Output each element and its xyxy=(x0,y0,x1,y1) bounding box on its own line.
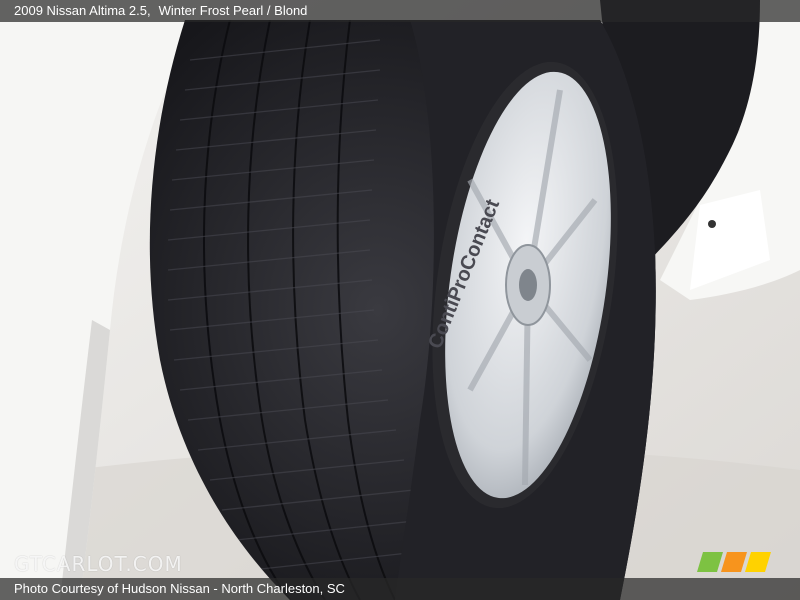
photo-credit: Photo Courtesy of Hudson Nissan - North … xyxy=(14,581,345,596)
credit-bar: Photo Courtesy of Hudson Nissan - North … xyxy=(0,578,800,600)
site-logo-icon xyxy=(697,552,771,572)
vehicle-color: Winter Frost Pearl / Blond xyxy=(158,3,308,18)
vehicle-title: 2009 Nissan Altima 2.5, xyxy=(14,3,151,18)
site-watermark: GTCARLOT.COM xyxy=(14,552,183,576)
title-bar: 2009 Nissan Altima 2.5, Winter Frost Pear… xyxy=(0,0,800,22)
tire-photo: ContiProContact xyxy=(0,0,800,600)
